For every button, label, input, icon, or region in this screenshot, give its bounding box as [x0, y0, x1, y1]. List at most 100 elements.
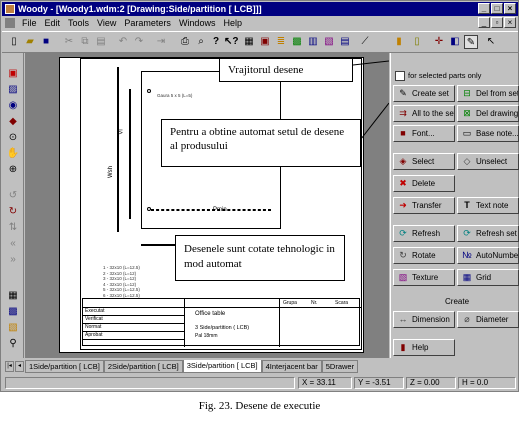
drawing-workspace[interactable]: Vl Wsh Q Pmin Bl Gaura 5 x 5 (L=5) 1 - 3… — [25, 53, 389, 358]
delete-button[interactable]: ✖ Delete — [393, 175, 455, 192]
drawing-wizard-icon[interactable]: ✎ — [464, 35, 478, 49]
panel-icon[interactable]: ▩ — [290, 35, 304, 49]
menu-file[interactable]: File — [18, 18, 41, 28]
select-icon: ◈ — [399, 156, 407, 166]
base-note-button[interactable]: ▭ Base note... — [457, 125, 519, 142]
grid-icon: ▦ — [462, 272, 472, 282]
chart-icon[interactable]: ▥ — [306, 35, 320, 49]
report-icon[interactable]: ▤ — [338, 35, 352, 49]
transfer-button[interactable]: ➜ Transfer — [393, 197, 455, 214]
menu-windows[interactable]: Windows — [175, 18, 220, 28]
select-button[interactable]: ◈ Select — [393, 153, 455, 170]
new-file-icon[interactable]: ▯ — [7, 35, 21, 49]
material-icon[interactable]: ▧ — [6, 321, 20, 335]
diameter-button[interactable]: ⌀ Diameter — [457, 311, 519, 328]
copy-icon[interactable]: ⧉ — [78, 35, 92, 49]
menu-help[interactable]: Help — [219, 18, 246, 28]
arrow-left-icon[interactable]: « — [6, 237, 20, 251]
cut-icon[interactable]: ✂ — [62, 35, 76, 49]
view-side-icon[interactable]: ◉ — [6, 99, 20, 113]
rotate-button[interactable]: ↻ Rotate — [393, 247, 455, 264]
view-top-icon[interactable]: ▨ — [6, 83, 20, 97]
rotate-right-icon[interactable]: ↻ — [6, 205, 20, 219]
paste-icon[interactable]: ▤ — [94, 35, 108, 49]
tab-drawing-3[interactable]: 3Side/partition [ LCB] — [182, 360, 262, 373]
help-button[interactable]: ▮ Help — [393, 339, 455, 356]
refresh-icon: ⟳ — [399, 228, 407, 238]
book-icon[interactable]: ▮ — [392, 35, 406, 49]
print-icon[interactable]: ⎙ — [178, 35, 192, 49]
minimize-button[interactable]: _ — [478, 3, 490, 14]
dimension-button[interactable]: ↔ Dimension — [393, 311, 455, 328]
create-set-button[interactable]: ✎ Create set — [393, 85, 455, 102]
rotate-left-icon[interactable]: ↺ — [6, 189, 20, 203]
menu-tools[interactable]: Tools — [64, 18, 93, 28]
zoom-icon[interactable]: ⊙ — [6, 131, 20, 145]
split-icon[interactable]: ◧ — [448, 35, 462, 49]
tab-drawing-2[interactable]: 2Side/partition [ LCB] — [103, 360, 183, 373]
step-icon[interactable]: ⇥ — [154, 35, 168, 49]
open-folder-icon[interactable]: ▰ — [23, 35, 37, 49]
help-icon[interactable]: ? — [209, 35, 223, 49]
tab-drawing-5[interactable]: 5Drawer — [321, 360, 359, 373]
dimension-line-vertical — [117, 67, 119, 232]
menu-edit[interactable]: Edit — [41, 18, 65, 28]
layers-icon[interactable]: ▦ — [6, 289, 20, 303]
left-toolbar: ▣ ▨ ◉ ◆ ⊙ ✋ ⊕ ↺ ↻ ⇅ « » ▦ ▩ ▧ ⚲ — [2, 53, 24, 358]
delete-from-set-button[interactable]: ⊟ Del from set — [457, 85, 519, 102]
cabinet-icon[interactable]: ▣ — [258, 35, 272, 49]
prev-tab-icon[interactable]: ◂ — [15, 361, 24, 372]
text-note-button[interactable]: T Text note — [457, 197, 519, 214]
mdi-restore-button[interactable]: ▫ — [491, 17, 503, 28]
unselect-button[interactable]: ◇ Unselect — [457, 153, 519, 170]
stack-icon[interactable]: ≣ — [274, 35, 288, 49]
context-help-icon[interactable]: ↖? — [224, 35, 239, 49]
preview-icon[interactable]: ⌕ — [194, 35, 208, 49]
flip-icon[interactable]: ⇅ — [6, 221, 20, 235]
wand-icon[interactable]: ⟋ — [358, 35, 372, 49]
mdi-close-button[interactable]: × — [504, 17, 516, 28]
mdi-minimize-button[interactable]: _ — [478, 17, 490, 28]
redo-icon[interactable]: ↷ — [132, 35, 146, 49]
table-icon[interactable]: ▦ — [242, 35, 256, 49]
delete-drawings-icon: ⊠ — [463, 108, 471, 118]
document-icon[interactable] — [5, 18, 15, 28]
selected-parts-label: for selected parts only — [408, 71, 482, 80]
dimension-icon: ↔ — [398, 314, 408, 324]
zoom-fit-icon[interactable]: ⊕ — [6, 163, 20, 177]
maximize-button[interactable]: □ — [491, 3, 503, 14]
menu-bar: File Edit Tools View Parameters Windows … — [2, 16, 518, 30]
first-tab-icon[interactable]: |◂ — [5, 361, 14, 372]
save-icon[interactable]: ■ — [39, 35, 53, 49]
pan-hand-icon[interactable]: ✋ — [6, 147, 20, 161]
selected-parts-checkbox[interactable] — [395, 71, 405, 81]
menu-parameters[interactable]: Parameters — [120, 18, 175, 28]
texture-button[interactable]: ▧ Texture — [393, 269, 455, 286]
pointer-icon[interactable]: ↖ — [484, 35, 498, 49]
font-button[interactable]: ■ Font... — [393, 125, 455, 142]
autonumber-button[interactable]: № AutoNumber — [457, 247, 519, 264]
arrow-right-icon[interactable]: » — [6, 253, 20, 267]
tab-drawing-1[interactable]: 1Side/partition [ LCB] — [25, 360, 104, 373]
undo-icon[interactable]: ↶ — [116, 35, 130, 49]
view-iso-icon[interactable]: ◆ — [6, 115, 20, 129]
pin-icon[interactable]: ⚲ — [6, 337, 20, 351]
refresh-set-button[interactable]: ⟳ Refresh set — [457, 225, 519, 242]
menu-view[interactable]: View — [93, 18, 120, 28]
parts-icon[interactable]: ▩ — [6, 305, 20, 319]
drawing-tabs: 1Side/partition [ LCB] 2Side/partition [… — [25, 360, 389, 374]
view-front-icon[interactable]: ▣ — [6, 67, 20, 81]
close-button[interactable]: × — [504, 3, 516, 14]
title-block: Executat Verificat Normat Aprobat Office… — [82, 298, 361, 347]
wardrobe-icon[interactable]: ▧ — [322, 35, 336, 49]
hole-annotation: Gaura 5 x 5 (L=5) — [157, 93, 193, 98]
frame-icon[interactable]: ▯ — [410, 35, 424, 49]
transfer-icon: ➜ — [399, 200, 407, 210]
tab-drawing-4[interactable]: 4Interjacent bar — [261, 360, 322, 373]
delete-drawings-button[interactable]: ⊠ Del drawings — [457, 105, 519, 122]
status-message — [5, 377, 295, 389]
all-to-set-button[interactable]: ⇉ All to the set — [393, 105, 455, 122]
refresh-button[interactable]: ⟳ Refresh — [393, 225, 455, 242]
grid-button[interactable]: ▦ Grid — [457, 269, 519, 286]
move-icon[interactable]: ✛ — [432, 35, 446, 49]
